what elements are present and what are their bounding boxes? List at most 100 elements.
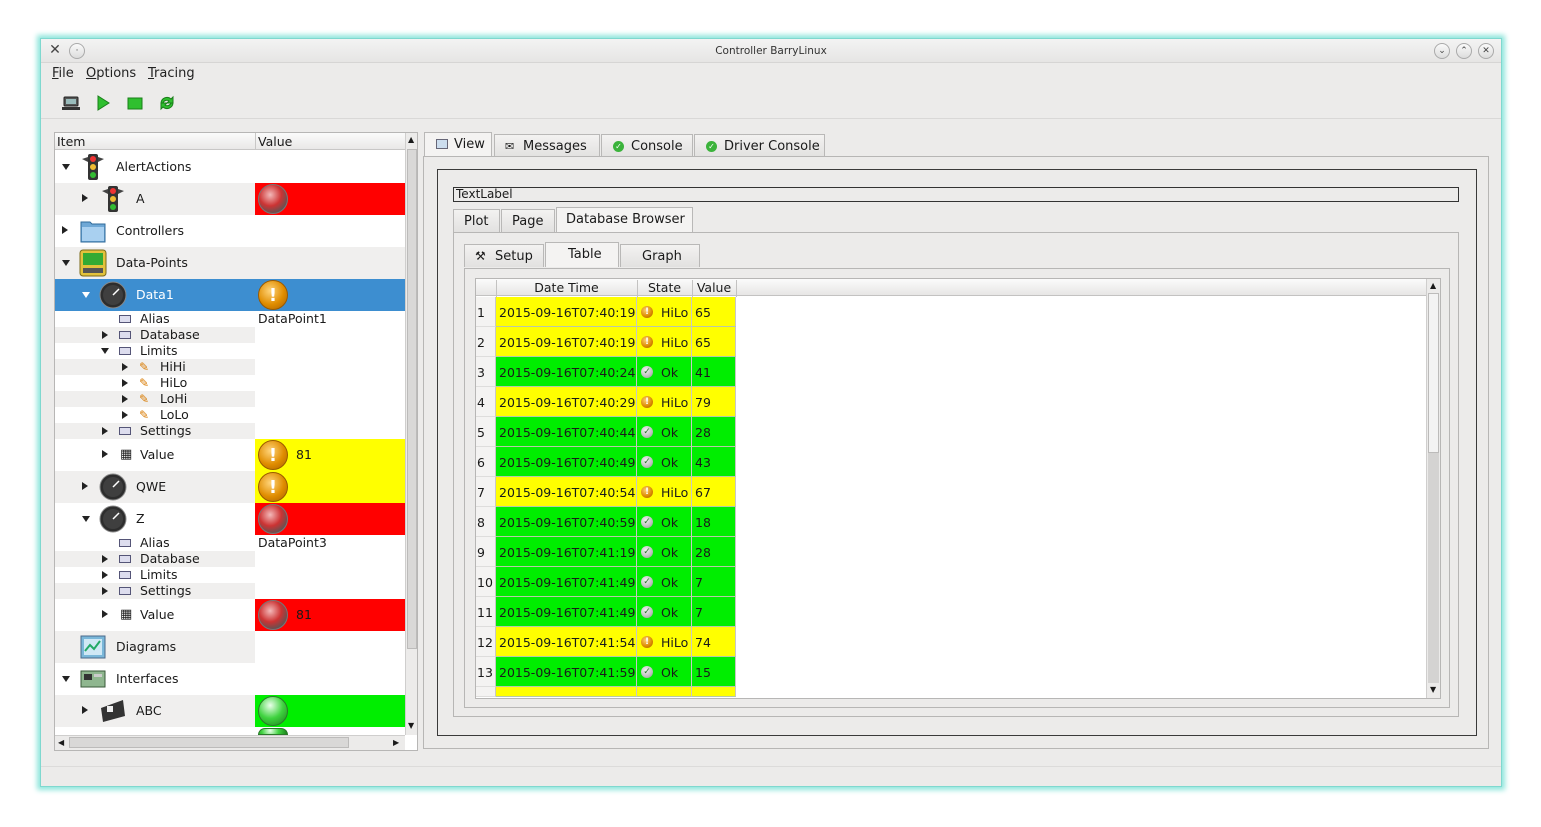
tree-row-qwe[interactable]: QWE ! xyxy=(55,471,405,503)
refresh-icon[interactable] xyxy=(157,93,177,113)
scroll-right-icon[interactable]: ▶ xyxy=(393,738,399,747)
tree-row-value[interactable]: ▦ Value ! 81 xyxy=(55,439,405,471)
tree-row-lohi[interactable]: ✎ LoHi xyxy=(55,391,255,407)
table-row[interactable]: 10 2015-09-16T07:41:49 ✓ Ok 7 xyxy=(476,567,736,597)
expand-arrow[interactable] xyxy=(122,395,128,403)
scrollbar-thumb[interactable] xyxy=(69,737,349,748)
tab-messages[interactable]: ✉ Messages xyxy=(494,134,600,157)
tab-view[interactable]: View xyxy=(424,132,492,157)
collapse-arrow[interactable] xyxy=(82,516,90,522)
collapse-arrow[interactable] xyxy=(62,260,70,266)
tree-row-data1[interactable]: Data1 ! xyxy=(55,279,405,311)
menu-file[interactable]: File xyxy=(52,66,74,81)
tab-graph[interactable]: Graph xyxy=(620,244,700,267)
table-row[interactable]: 7 2015-09-16T07:40:54! HiLo 67 xyxy=(476,477,736,507)
tree-row-controllers[interactable]: Controllers xyxy=(55,215,405,247)
table-row[interactable]: 9 2015-09-16T07:41:19 ✓ Ok 28 xyxy=(476,537,736,567)
expand-arrow[interactable] xyxy=(102,610,108,618)
tree-vertical-scrollbar[interactable]: ▲ ▼ xyxy=(405,133,417,735)
tree-row-settings[interactable]: Settings xyxy=(55,423,255,439)
table-row[interactable]: 4 2015-09-16T07:40:29! HiLo 79 xyxy=(476,387,736,417)
expand-arrow[interactable] xyxy=(102,331,108,339)
expand-arrow[interactable] xyxy=(82,482,88,490)
window-title: Controller BarryLinux xyxy=(715,45,827,57)
column-header-state[interactable]: State xyxy=(637,280,692,295)
tree-row-alias[interactable]: Alias DataPoint3 xyxy=(55,535,405,551)
tab-database-browser[interactable]: Database Browser xyxy=(556,207,693,232)
expand-arrow[interactable] xyxy=(102,571,108,579)
collapse-arrow[interactable] xyxy=(82,292,90,298)
data-table[interactable]: Date Time State Value 1 2015-09-16T07:40:… xyxy=(475,278,1441,699)
state-text: Ok xyxy=(661,575,679,590)
maximize-icon[interactable]: ⌃ xyxy=(1456,43,1472,59)
tree-row-database[interactable]: Database xyxy=(55,327,255,343)
column-header-datetime[interactable]: Date Time xyxy=(496,280,637,295)
expand-arrow[interactable] xyxy=(102,450,108,458)
minimize-icon[interactable]: ⌄ xyxy=(1434,43,1450,59)
tab-driver-console[interactable]: ✓ Driver Console xyxy=(694,134,825,157)
tree-row-a[interactable]: A xyxy=(55,183,405,215)
scrollbar-thumb[interactable] xyxy=(407,149,417,649)
column-header-item[interactable]: Item xyxy=(57,134,85,149)
tree-horizontal-scrollbar[interactable]: ◀ ▶ xyxy=(55,735,405,750)
tree-row-value[interactable]: ▦ Value 81 xyxy=(55,599,405,631)
scroll-down-icon[interactable]: ▼ xyxy=(408,721,414,730)
table-row[interactable]: 3 2015-09-16T07:40:24 ✓ Ok 41 xyxy=(476,357,736,387)
item-tree[interactable]: Item Value AlertActions A Controllers Da… xyxy=(54,132,418,751)
tree-row-limits[interactable]: Limits xyxy=(55,567,405,583)
table-row[interactable]: 6 2015-09-16T07:40:49 ✓ Ok 43 xyxy=(476,447,736,477)
column-header-value[interactable]: Value xyxy=(692,280,736,295)
table-row[interactable]: 11 2015-09-16T07:41:49 ✓ Ok 7 xyxy=(476,597,736,627)
table-row[interactable]: 2 2015-09-16T07:40:19! HiLo 65 xyxy=(476,327,736,357)
expand-arrow[interactable] xyxy=(82,706,88,714)
collapse-arrow[interactable] xyxy=(62,164,70,170)
menu-tracing[interactable]: Tracing xyxy=(148,66,195,81)
tree-row-interfaces[interactable]: Interfaces xyxy=(55,663,405,695)
tab-page[interactable]: Page xyxy=(501,209,555,232)
tree-row-database[interactable]: Database xyxy=(55,551,255,567)
tree-row-abc[interactable]: ABC xyxy=(55,695,405,727)
close-icon[interactable]: ✕ xyxy=(1478,43,1494,59)
tree-row-diagrams[interactable]: Diagrams xyxy=(55,631,255,663)
scroll-down-icon[interactable]: ▼ xyxy=(1430,685,1436,694)
table-row[interactable]: 12 2015-09-16T07:41:54! HiLo 74 xyxy=(476,627,736,657)
expand-arrow[interactable] xyxy=(62,226,68,234)
tab-setup[interactable]: ⚒ Setup xyxy=(464,244,544,267)
expand-arrow[interactable] xyxy=(122,411,128,419)
table-row[interactable]: 8 2015-09-16T07:40:59 ✓ Ok 18 xyxy=(476,507,736,537)
expand-arrow[interactable] xyxy=(102,555,108,563)
table-row[interactable]: 5 2015-09-16T07:40:44 ✓ Ok 28 xyxy=(476,417,736,447)
table-row[interactable]: 13 2015-09-16T07:41:59 ✓ Ok 15 xyxy=(476,657,736,687)
column-header-value[interactable]: Value xyxy=(258,134,292,149)
tree-row-hihi[interactable]: ✎ HiHi xyxy=(55,359,255,375)
tree-row-lolo[interactable]: ✎ LoLo xyxy=(55,407,405,423)
collapse-arrow[interactable] xyxy=(62,676,70,682)
alias-value: DataPoint3 xyxy=(258,535,327,550)
collapse-arrow[interactable] xyxy=(101,348,109,354)
menu-options[interactable]: Options xyxy=(86,66,136,81)
scrollbar-thumb[interactable] xyxy=(1428,293,1439,453)
tab-table[interactable]: Table xyxy=(545,242,619,267)
tab-console[interactable]: ✓ Console xyxy=(601,134,693,157)
expand-arrow[interactable] xyxy=(122,379,128,387)
tree-row-alertactions[interactable]: AlertActions xyxy=(55,151,405,183)
expand-arrow[interactable] xyxy=(122,363,128,371)
scroll-up-icon[interactable]: ▲ xyxy=(408,135,414,144)
tree-row-alias[interactable]: Alias DataPoint1 xyxy=(55,311,405,327)
table-row[interactable]: 1 2015-09-16T07:40:19! HiLo 65 xyxy=(476,297,736,327)
tree-row-data-points[interactable]: Data-Points xyxy=(55,247,405,279)
tree-row-hilo[interactable]: ✎ HiLo xyxy=(55,375,405,391)
tree-row-limits[interactable]: Limits xyxy=(55,343,405,359)
expand-arrow[interactable] xyxy=(102,427,108,435)
tab-plot[interactable]: Plot xyxy=(453,209,500,232)
expand-arrow[interactable] xyxy=(82,194,88,202)
computer-icon[interactable] xyxy=(61,93,81,113)
stop-icon[interactable] xyxy=(125,93,145,113)
tree-row-z[interactable]: Z xyxy=(55,503,405,535)
play-icon[interactable] xyxy=(93,93,113,113)
expand-arrow[interactable] xyxy=(102,587,108,595)
table-vertical-scrollbar[interactable]: ▲ ▼ xyxy=(1426,279,1440,698)
scroll-left-icon[interactable]: ◀ xyxy=(58,738,64,747)
scroll-up-icon[interactable]: ▲ xyxy=(1430,281,1436,290)
tree-row-settings[interactable]: Settings xyxy=(55,583,255,599)
